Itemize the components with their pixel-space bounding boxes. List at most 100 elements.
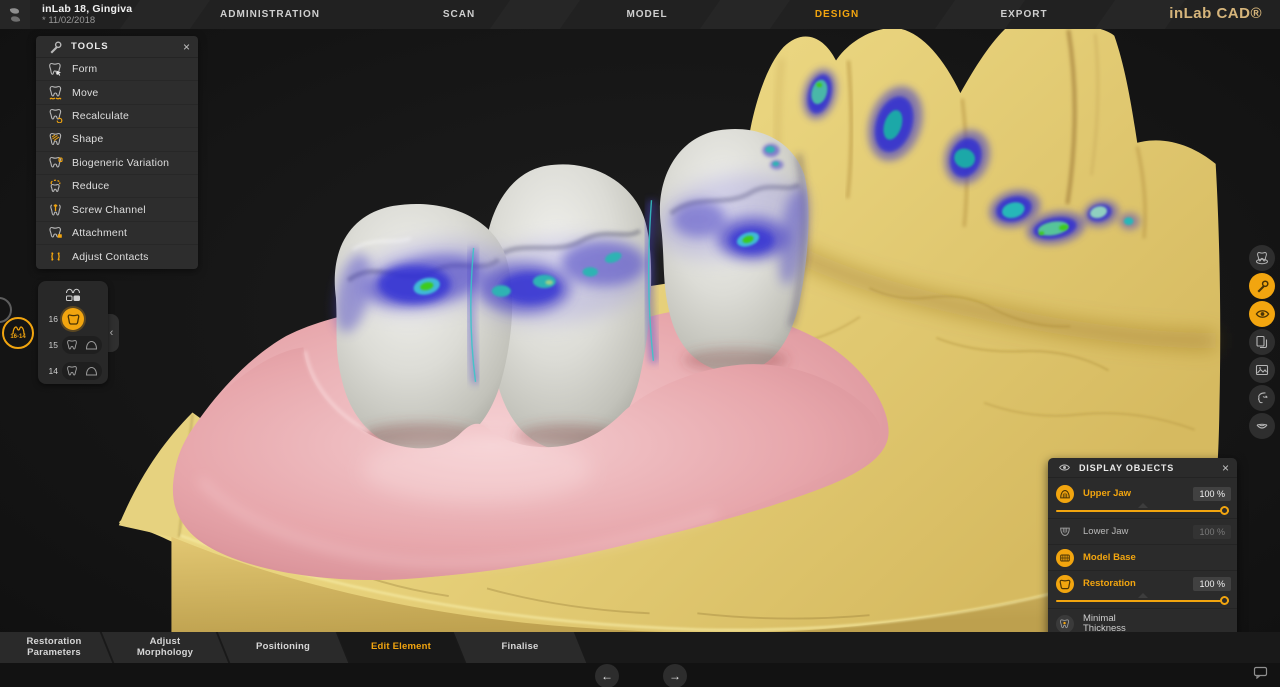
step-label: Finalise [460, 632, 580, 663]
tooth-recalculate-icon [48, 108, 72, 123]
tooth-14-options[interactable] [62, 362, 102, 380]
chat-icon[interactable] [1253, 666, 1268, 684]
slider-notch [1138, 593, 1148, 598]
tool-item-move[interactable]: Move [36, 81, 198, 104]
attachment-icon [48, 225, 72, 240]
menu-scan[interactable]: SCAN [443, 9, 475, 20]
divider [1048, 608, 1237, 609]
display-objects-button[interactable] [1249, 301, 1275, 327]
step-edit-element[interactable]: Edit Element [338, 632, 465, 663]
upper-jaw-value-badge: 100 % [1193, 487, 1231, 501]
analysis-button[interactable] [1249, 245, 1275, 271]
display-objects-close-icon[interactable]: × [1222, 461, 1229, 475]
step-finalise[interactable]: Finalise [454, 632, 587, 663]
display-row-upper-jaw[interactable]: Upper Jaw 100 % [1048, 482, 1237, 505]
tool-item-reduce[interactable]: Reduce [36, 175, 198, 198]
display-row-label: Lower Jaw [1083, 527, 1193, 537]
menu-model[interactable]: MODEL [626, 9, 667, 20]
snapshot-button[interactable] [1249, 357, 1275, 383]
tool-item-label: Biogeneric Variation [72, 157, 169, 169]
tool-item-label: Move [72, 87, 98, 99]
step-adjust-morphology[interactable]: Adjust Morphology [102, 632, 229, 663]
step-restoration-parameters[interactable]: Restoration Parameters [0, 632, 112, 663]
tool-item-label: Adjust Contacts [72, 251, 149, 263]
restoration-icon [1056, 575, 1074, 593]
step-label: Restoration Parameters [14, 637, 94, 658]
image-icon [1255, 363, 1269, 377]
step-positioning[interactable]: Positioning [218, 632, 349, 663]
tool-item-label: Attachment [72, 227, 127, 239]
divider [1048, 570, 1237, 571]
menu-design[interactable]: DESIGN [815, 9, 859, 20]
crown-icon [67, 313, 80, 325]
tooth-15-options[interactable] [62, 336, 102, 354]
lower-jaw-value-badge: 100 % [1193, 525, 1231, 539]
tooth-number: 15 [38, 340, 58, 350]
display-row-model-base[interactable]: Model Base [1048, 546, 1237, 569]
tools-button[interactable] [1249, 273, 1275, 299]
lower-jaw-icon [1056, 523, 1074, 541]
bottom-strip [0, 663, 1280, 687]
wrench-icon [1255, 279, 1269, 293]
smile-design-button[interactable] [1249, 413, 1275, 439]
tool-item-adjust-contacts[interactable]: Adjust Contacts [36, 245, 198, 268]
upper-jaw-slider[interactable] [1056, 505, 1229, 517]
tooth-row-16: 16 [38, 307, 108, 331]
tools-panel-close-icon[interactable]: × [183, 41, 190, 53]
display-row-label: Restoration [1083, 579, 1193, 589]
divider [1048, 518, 1237, 519]
tooth-chart-icon[interactable] [65, 288, 82, 303]
restoration-range-badge[interactable]: 16-14 [2, 317, 34, 349]
articulation-button[interactable] [1249, 385, 1275, 411]
menu-administration[interactable]: ADMINISTRATION [220, 9, 320, 20]
divider [1048, 544, 1237, 545]
tool-item-label: Reduce [72, 180, 109, 192]
display-row-label: Upper Jaw [1083, 489, 1193, 499]
minimal-thickness-icon [1056, 615, 1074, 633]
pontic-icon [85, 340, 98, 350]
restoration-slider[interactable] [1056, 595, 1229, 607]
range-badge-label: 16-14 [10, 334, 25, 340]
tooth-icon [66, 365, 78, 377]
tooth-number: 14 [38, 366, 58, 376]
tool-item-screw-channel[interactable]: Screw Channel [36, 198, 198, 221]
app-logo[interactable] [0, 0, 30, 29]
application-window: inLab 18, Gingiva * 11/02/2018 ADMINISTR… [0, 0, 1280, 687]
tooth-analysis-icon [1255, 251, 1269, 265]
top-bar: inLab 18, Gingiva * 11/02/2018 ADMINISTR… [0, 0, 1280, 29]
workflow-step-bar: Restoration Parameters Adjust Morphology… [0, 632, 1280, 663]
display-objects-panel: DISPLAY OBJECTS × Upper Jaw 100 % Lower … [1048, 458, 1237, 644]
tooth-16-crown-button[interactable] [62, 308, 84, 330]
menu-export[interactable]: EXPORT [1000, 9, 1047, 20]
eye-icon [1058, 463, 1071, 472]
tools-panel-header: TOOLS × [36, 36, 198, 58]
tool-item-attachment[interactable]: Attachment [36, 222, 198, 245]
tool-item-recalculate[interactable]: Recalculate [36, 105, 198, 128]
tool-item-form[interactable]: Form [36, 58, 198, 81]
display-row-label: Model Base [1083, 553, 1231, 563]
tool-item-shape[interactable]: Shape [36, 128, 198, 151]
slider-knob[interactable] [1220, 506, 1229, 515]
display-row-restoration[interactable]: Restoration 100 % [1048, 572, 1237, 595]
screw-channel-icon [48, 202, 72, 217]
tool-item-label: Form [72, 63, 97, 75]
next-step-button[interactable]: → [663, 664, 687, 687]
project-title: inLab 18, Gingiva [42, 3, 132, 15]
tooth-biogeneric-icon [48, 155, 72, 170]
previous-step-button[interactable]: ← [595, 664, 619, 687]
step-label: Positioning [224, 632, 342, 663]
tooth-row-15: 15 [38, 333, 108, 357]
slider-knob[interactable] [1220, 596, 1229, 605]
articulation-icon [1255, 391, 1269, 405]
slider-track [1056, 510, 1229, 512]
brand-title: inLab CAD® [1169, 5, 1262, 22]
tooth-number: 16 [38, 314, 58, 324]
display-objects-header: DISPLAY OBJECTS × [1048, 458, 1237, 478]
adjust-contacts-icon [48, 249, 72, 264]
sirona-logo-icon [6, 6, 24, 24]
tooth-shape-icon [48, 132, 72, 147]
documents-button[interactable] [1249, 329, 1275, 355]
eye-icon [1255, 308, 1270, 320]
tool-item-biogeneric-variation[interactable]: Biogeneric Variation [36, 152, 198, 175]
display-row-lower-jaw[interactable]: Lower Jaw 100 % [1048, 520, 1237, 543]
